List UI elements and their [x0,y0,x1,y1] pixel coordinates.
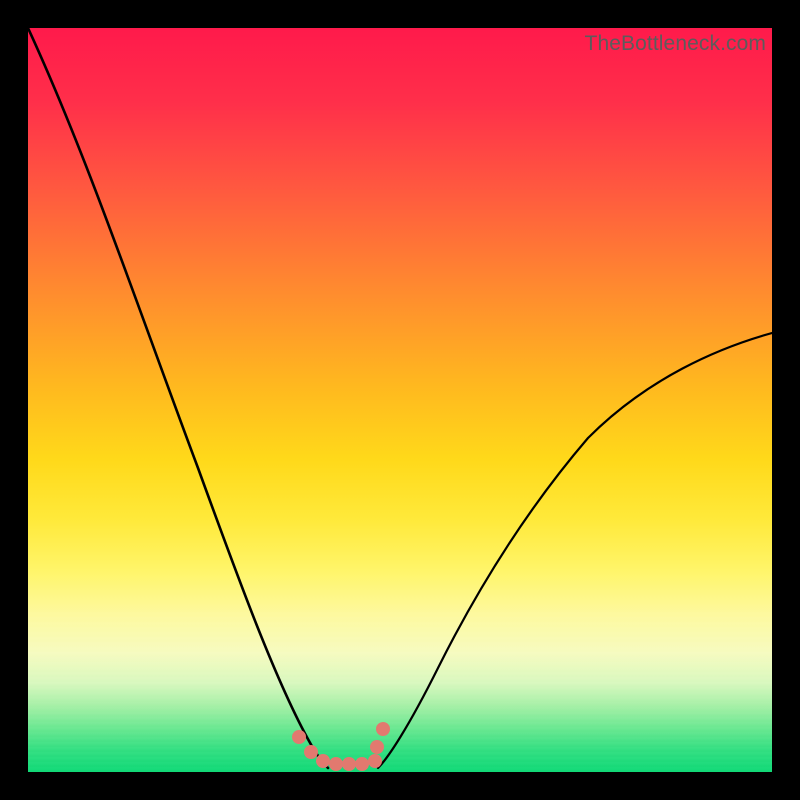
chart-frame: TheBottleneck.com [0,0,800,800]
plot-area: TheBottleneck.com [28,28,772,772]
chart-svg [28,28,772,772]
valley-markers [299,729,383,764]
right-curve [378,333,772,768]
left-curve [28,28,328,768]
